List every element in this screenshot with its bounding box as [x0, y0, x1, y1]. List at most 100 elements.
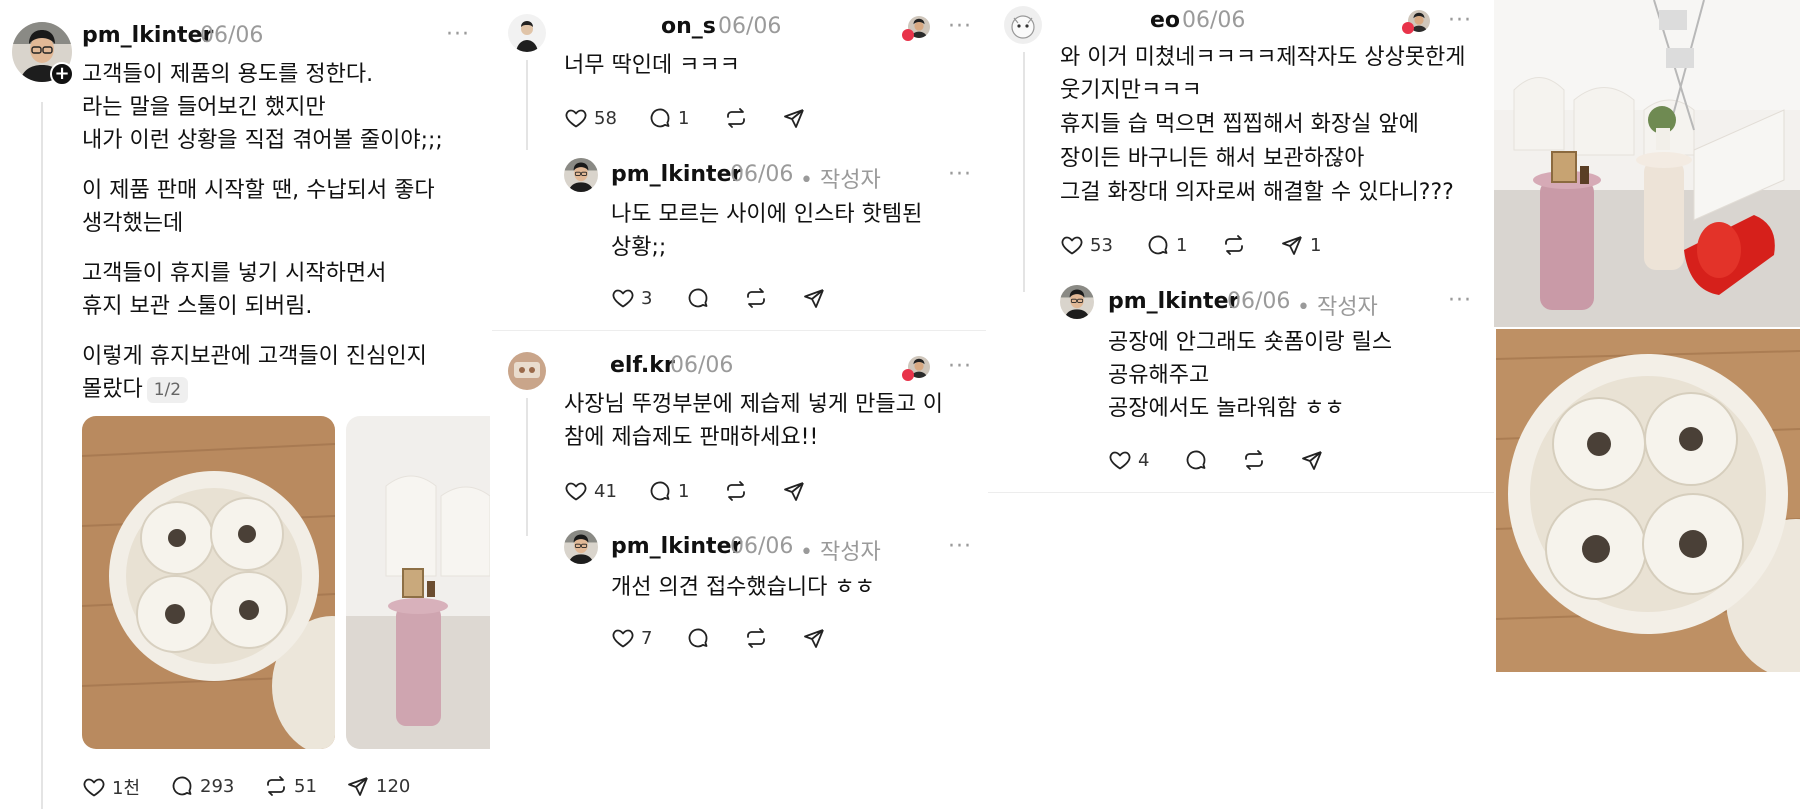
like-count: 53 — [1090, 234, 1113, 256]
comment-text-line-2: 웃기지만ㅋㅋㅋ — [1060, 78, 1202, 103]
follow-plus-icon[interactable]: + — [50, 62, 74, 86]
repost-button[interactable] — [724, 479, 748, 503]
share-icon — [802, 286, 826, 310]
repost-button[interactable] — [744, 286, 768, 310]
comment-date: 06/06 — [1182, 8, 1246, 33]
divider — [988, 492, 1494, 493]
comment-button[interactable] — [686, 286, 710, 310]
more-icon[interactable]: ··· — [948, 356, 972, 378]
comment-author[interactable]: on_s — [661, 14, 716, 39]
like-count: 1천 — [112, 778, 141, 799]
more-icon[interactable]: ··· — [948, 164, 972, 186]
share-button[interactable] — [802, 626, 826, 650]
comment-author[interactable]: elf.kr — [610, 353, 675, 378]
like-count: 41 — [594, 480, 617, 502]
reply-avatar[interactable] — [564, 158, 598, 192]
like-button[interactable]: 53 — [1060, 233, 1113, 257]
comment-icon — [648, 106, 672, 130]
post-date: 06/06 — [200, 23, 264, 48]
share-button[interactable] — [782, 106, 806, 130]
share-icon — [346, 774, 370, 798]
comment-author[interactable]: eo — [1150, 8, 1180, 33]
comment-button[interactable]: 1 — [648, 479, 689, 503]
more-icon[interactable]: ··· — [446, 24, 470, 46]
repost-button[interactable] — [1222, 233, 1246, 257]
photo-stools-room[interactable] — [1494, 0, 1800, 327]
heart-icon — [1060, 233, 1084, 257]
commenter-avatar-on_s[interactable] — [508, 14, 546, 52]
heart-icon — [82, 775, 106, 799]
repost-button[interactable] — [1242, 448, 1266, 472]
like-count: 3 — [641, 287, 653, 309]
like-button[interactable]: 1천 — [82, 774, 140, 800]
comment-icon — [170, 774, 194, 798]
share-icon — [782, 479, 806, 503]
like-count: 4 — [1138, 449, 1150, 471]
repost-button[interactable] — [744, 626, 768, 650]
comment-button[interactable]: 1 — [648, 106, 689, 130]
comment-button[interactable] — [686, 626, 710, 650]
reply-text: 개선 의견 접수했습니다 ㅎㅎ — [611, 575, 875, 600]
comment-icon — [686, 626, 710, 650]
more-icon[interactable]: ··· — [948, 536, 972, 558]
comment-text-line-4: 장이든 바구니든 해서 보관하잖아 — [1060, 146, 1365, 171]
post-text-line-7: 휴지 보관 스툴이 되버림. — [82, 294, 313, 319]
comment-button[interactable]: 1 — [1146, 233, 1187, 257]
post-image-2[interactable] — [346, 416, 490, 749]
comment-date: 06/06 — [670, 353, 734, 378]
repost-count: 51 — [294, 775, 317, 797]
post-image-1[interactable] — [82, 416, 335, 749]
reply-author[interactable]: pm_lkinter — [611, 534, 742, 559]
more-icon[interactable]: ··· — [1448, 290, 1472, 312]
repost-button[interactable]: 51 — [264, 774, 317, 798]
more-icon[interactable]: ··· — [1448, 10, 1472, 32]
share-icon — [1280, 233, 1304, 257]
reply-text-line-1: 공장에 안그래도 숏폼이랑 릴스 — [1108, 330, 1393, 355]
post-text-line-3: 내가 이런 상황을 직접 겪어볼 줄이야;;; — [82, 128, 443, 153]
post-text-line-6: 고객들이 휴지를 넣기 시작하면서 — [82, 261, 387, 286]
reply-author[interactable]: pm_lkinter — [611, 162, 742, 187]
thread-line — [1023, 52, 1025, 292]
like-button[interactable]: 4 — [1108, 448, 1149, 472]
repost-button[interactable] — [724, 106, 748, 130]
comment-count: 1 — [678, 480, 690, 502]
comment-count: 1 — [1176, 234, 1188, 256]
heart-icon — [611, 286, 635, 310]
heart-reaction-icon — [1402, 22, 1414, 34]
like-button[interactable]: 7 — [611, 626, 652, 650]
photo-toilet-paper-stool[interactable] — [1496, 329, 1800, 672]
commenter-avatar-eo[interactable] — [1004, 6, 1042, 44]
like-button[interactable]: 41 — [564, 479, 617, 503]
reply-text-line-2: 공유해주고 — [1108, 363, 1210, 388]
share-button[interactable]: 1 — [1280, 233, 1321, 257]
comment-icon — [1184, 448, 1208, 472]
post-author[interactable]: pm_lkinter — [82, 23, 213, 48]
share-icon — [1300, 448, 1324, 472]
comment-text-line-2: 참에 제습제도 판매하세요!! — [564, 425, 819, 450]
comment-button[interactable]: 293 — [170, 774, 234, 798]
repost-icon — [724, 479, 748, 503]
reply-author[interactable]: pm_lkinter — [1108, 289, 1239, 314]
share-button[interactable]: 120 — [346, 774, 410, 798]
post-text-line-2: 라는 말을 들어보긴 했지만 — [82, 95, 326, 120]
like-button[interactable]: 58 — [564, 106, 617, 130]
like-button[interactable]: 3 — [611, 286, 652, 310]
reply-text-line-2: 상황;; — [611, 235, 667, 260]
share-button[interactable] — [782, 479, 806, 503]
repost-icon — [1222, 233, 1246, 257]
comment-text-line-1: 사장님 뚜껑부분에 제습제 넣게 만들고 이 — [564, 392, 944, 417]
comment-button[interactable] — [1184, 448, 1208, 472]
reply-avatar[interactable] — [1060, 285, 1094, 319]
reply-avatar[interactable] — [564, 530, 598, 564]
thread-line — [526, 398, 528, 536]
divider — [492, 330, 986, 331]
page-badge: 1/2 — [146, 377, 189, 403]
repost-icon — [744, 626, 768, 650]
more-icon[interactable]: ··· — [948, 16, 972, 38]
post-text-line-1: 고객들이 제품의 용도를 정한다. — [82, 62, 374, 87]
share-button[interactable] — [802, 286, 826, 310]
commenter-avatar-elf[interactable] — [508, 352, 546, 390]
heart-reaction-icon — [902, 369, 914, 381]
share-button[interactable] — [1300, 448, 1324, 472]
heart-icon — [564, 106, 588, 130]
